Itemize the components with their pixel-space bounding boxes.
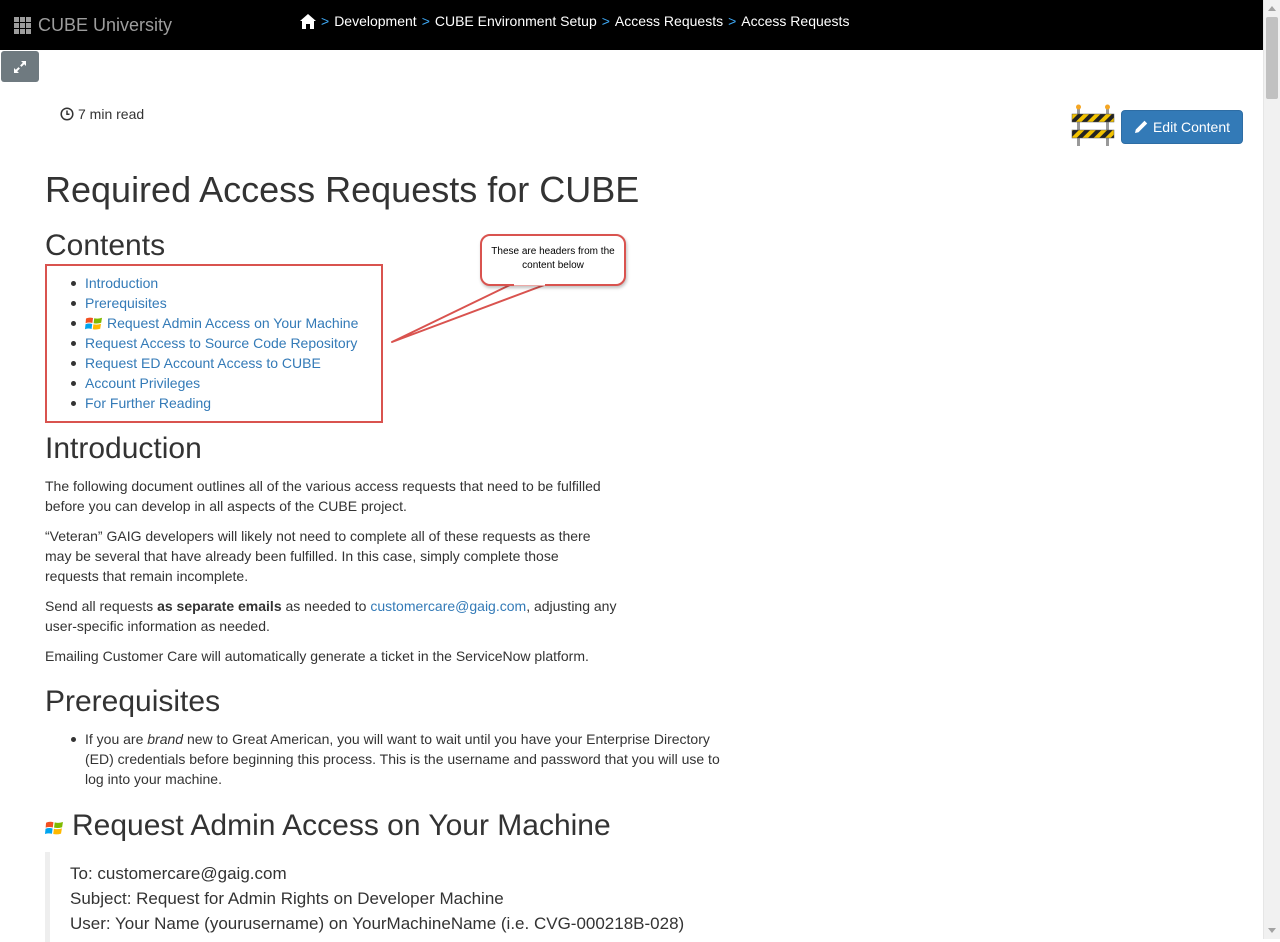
prerequisites-bullet: If you are brand new to Great American, … [71, 729, 735, 789]
scroll-down-arrow-icon[interactable] [1268, 928, 1276, 933]
edit-content-button[interactable]: Edit Content [1121, 110, 1243, 144]
expand-button[interactable] [1, 51, 39, 82]
top-navbar: CUBE University > Development > CUBE Env… [0, 0, 1263, 50]
vertical-scrollbar[interactable] [1263, 0, 1280, 939]
breadcrumb-item-access-requests[interactable]: Access Requests [615, 13, 723, 29]
apps-grid-icon[interactable] [14, 17, 31, 34]
toc-link-ed-account[interactable]: Request ED Account Access to CUBE [70, 353, 358, 373]
prerequisites-heading: Prerequisites [45, 685, 221, 718]
breadcrumb-item-current: Access Requests [741, 13, 850, 29]
toc-link-further-reading[interactable]: For Further Reading [70, 393, 358, 413]
windows-logo-icon [45, 821, 63, 835]
scrollbar-thumb[interactable] [1266, 17, 1278, 99]
email-template-blockquote: To: customercare@gaig.com Subject: Reque… [45, 852, 745, 942]
emphasis-separate-emails: as separate emails [157, 598, 282, 614]
breadcrumb-separator: > [601, 13, 610, 29]
clock-icon [60, 107, 74, 121]
brand[interactable]: CUBE University [14, 15, 172, 36]
breadcrumb-separator: > [421, 13, 430, 29]
contents-heading: Contents [45, 229, 166, 262]
toc-link-account-privileges[interactable]: Account Privileges [70, 373, 358, 393]
toc-link-prerequisites[interactable]: Prerequisites [70, 293, 358, 313]
read-time-label: 7 min read [78, 106, 145, 122]
intro-paragraph-2: “Veteran” GAIG developers will likely no… [45, 528, 591, 584]
introduction-heading: Introduction [45, 432, 202, 465]
toc-link-admin-access[interactable]: Request Admin Access on Your Machine [70, 313, 358, 333]
expand-icon [14, 60, 26, 73]
breadcrumb: > Development > CUBE Environment Setup >… [300, 13, 849, 29]
breadcrumb-item-development[interactable]: Development [334, 13, 417, 29]
email-subject-line: Subject: Request for Admin Rights on Dev… [70, 889, 504, 908]
brand-name[interactable]: CUBE University [38, 15, 172, 36]
customercare-email-link[interactable]: customercare@gaig.com [370, 598, 526, 614]
email-to-line: To: customercare@gaig.com [70, 864, 287, 883]
scroll-up-arrow-icon[interactable] [1268, 6, 1276, 11]
page-title: Required Access Requests for CUBE [45, 169, 640, 210]
annotation-callout: These are headers from the content below [480, 234, 626, 286]
construction-barrier-icon [1071, 104, 1115, 146]
breadcrumb-separator: > [728, 13, 737, 29]
home-icon[interactable] [300, 13, 316, 29]
toc-link-introduction[interactable]: Introduction [70, 273, 358, 293]
pencil-icon [1134, 120, 1148, 133]
breadcrumb-item-environment-setup[interactable]: CUBE Environment Setup [435, 13, 597, 29]
edit-content-label: Edit Content [1152, 119, 1231, 135]
toc-link-source-code[interactable]: Request Access to Source Code Repository [70, 333, 358, 353]
breadcrumb-separator: > [321, 13, 330, 29]
intro-paragraph-4: Emailing Customer Care will automaticall… [45, 648, 589, 664]
table-of-contents: Introduction Prerequisites Request Admin… [70, 273, 358, 413]
email-user-line: User: Your Name (yourusername) on YourMa… [70, 914, 685, 933]
read-time: 7 min read [60, 106, 144, 122]
windows-logo-icon [85, 317, 102, 330]
admin-access-heading: Request Admin Access on Your Machine [72, 809, 611, 842]
intro-paragraph-1: The following document outlines all of t… [45, 478, 601, 514]
intro-paragraph-3: Send all requests as separate emails as … [45, 598, 617, 634]
